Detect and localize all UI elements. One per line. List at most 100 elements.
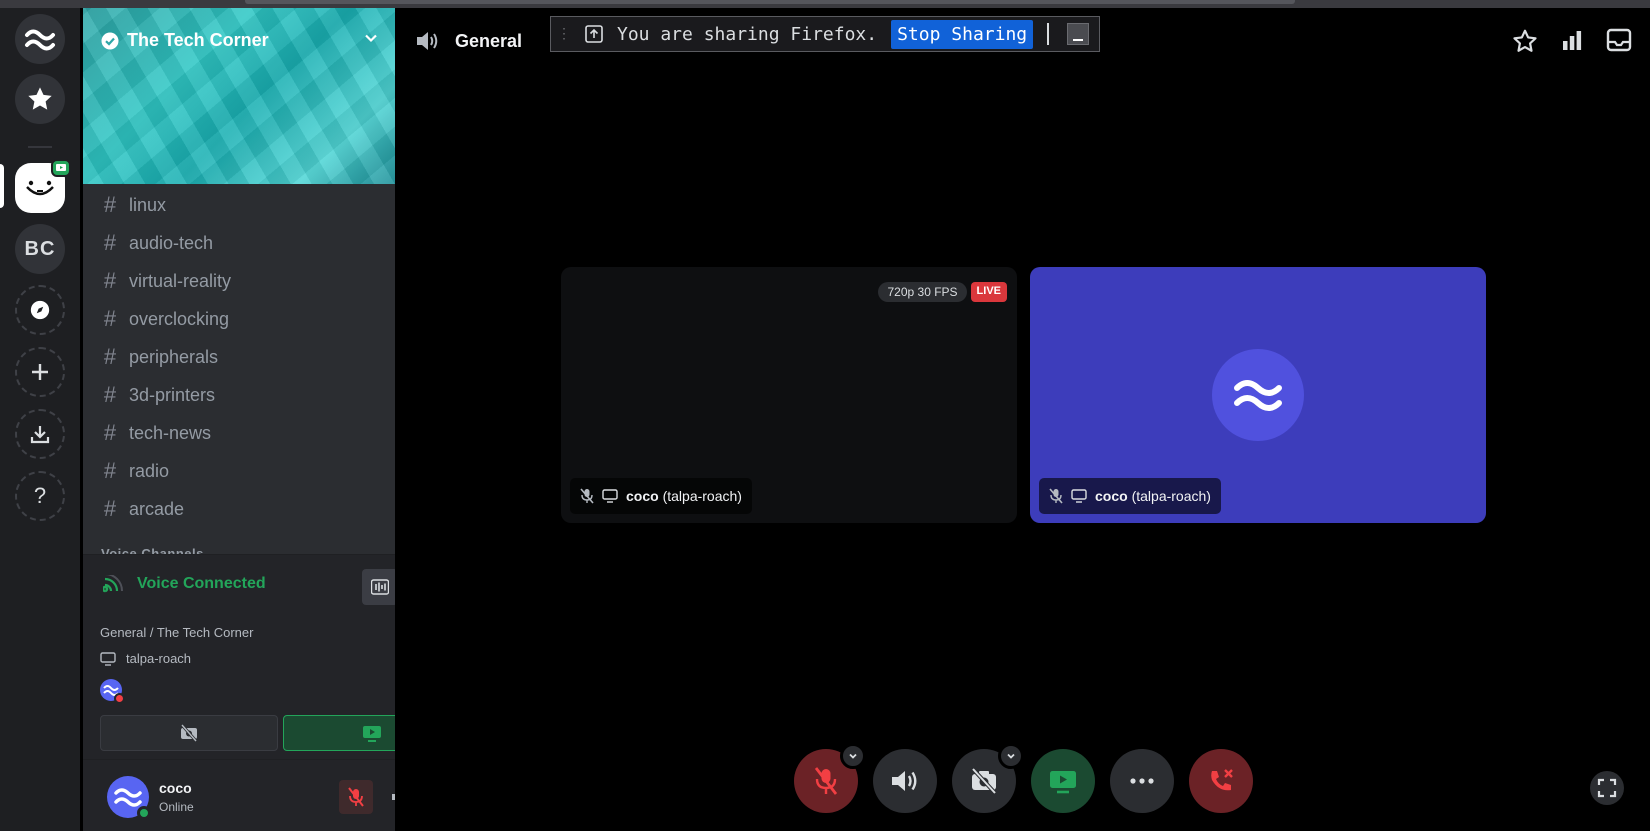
channel-item[interactable]: #3d-printers <box>101 382 215 408</box>
add-server-button[interactable] <box>15 347 65 397</box>
voice-stage: General ⋮ You are sharing Firefox. Stop … <box>395 8 1650 831</box>
channel-name: audio-tech <box>129 232 214 253</box>
server-tech-corner[interactable] <box>15 159 71 213</box>
online-status-dot <box>137 806 151 820</box>
home-button[interactable] <box>15 14 65 64</box>
face-server-icon <box>26 180 54 196</box>
camera-options-caret[interactable] <box>998 743 1024 769</box>
star-outline-icon[interactable] <box>1512 28 1538 54</box>
channel-item[interactable]: # arcade <box>101 496 184 522</box>
voice-participant-avatar[interactable] <box>100 679 125 704</box>
muted-indicator <box>114 693 125 704</box>
noise-suppression-button[interactable] <box>362 569 398 605</box>
explore-button[interactable] <box>15 285 65 335</box>
stop-sharing-button[interactable]: Stop Sharing <box>891 19 1034 49</box>
screen-icon <box>56 164 66 171</box>
chevron-down-icon <box>365 34 377 43</box>
upload-box-icon <box>585 25 603 43</box>
participant-tile[interactable]: coco (talpa-roach) <box>1030 267 1486 523</box>
wave-logo-icon <box>114 788 142 807</box>
stream-info: talpa-roach <box>100 651 191 666</box>
help-button[interactable]: ? <box>15 471 65 521</box>
monitor-icon <box>1071 489 1087 503</box>
question-icon: ? <box>33 483 47 508</box>
participant-name: coco <box>1095 488 1128 504</box>
server-menu-chevron[interactable] <box>363 30 379 51</box>
grip-handle-icon[interactable]: ⋮ <box>557 26 571 42</box>
waveform-icon <box>371 579 389 595</box>
wave-logo-icon <box>25 29 55 51</box>
camera-off-icon <box>971 768 997 794</box>
hash-icon: # <box>103 192 117 217</box>
voice-channels-header[interactable]: Voice Channels <box>101 546 204 554</box>
mute-mic-button[interactable] <box>794 743 866 813</box>
speaker-icon <box>892 771 917 791</box>
deafen-call-button[interactable] <box>873 749 937 813</box>
screen-share-notification-bar: ⋮ You are sharing Firefox. Stop Sharing <box>550 16 1100 52</box>
mic-off-icon <box>348 787 364 807</box>
participant-label: coco (talpa-roach) <box>1039 478 1221 514</box>
user-panel: coco Online <box>83 759 450 831</box>
channel-name: overclocking <box>129 308 230 329</box>
screen-share-call-button[interactable] <box>1031 749 1095 813</box>
browser-top-strip <box>0 0 1650 8</box>
server-rail: BC ? <box>0 8 80 831</box>
channel-item[interactable]: # virtual-reality <box>101 268 231 294</box>
hash-icon: # <box>103 306 117 331</box>
channel-item[interactable]: # audio-tech <box>101 230 213 256</box>
plus-icon <box>32 364 48 380</box>
channel-name: 3d-printers <box>129 384 216 405</box>
toggle-camera-button[interactable] <box>100 715 278 751</box>
channel-item[interactable]: # linux <box>101 192 166 218</box>
fullscreen-icon <box>1597 778 1617 798</box>
server-bc[interactable]: BC <box>15 224 65 274</box>
activity-chart-icon[interactable] <box>1560 28 1584 52</box>
mic-off-icon <box>580 488 594 504</box>
minimize-icon <box>1073 39 1083 41</box>
channel-name: linux <box>129 194 167 215</box>
speaker-icon <box>417 32 438 50</box>
stream-user: talpa-roach <box>126 651 192 666</box>
channel-name: arcade <box>129 498 185 519</box>
server-name: The Tech Corner <box>127 30 269 50</box>
server-title[interactable]: The Tech Corner <box>101 30 269 51</box>
star-icon <box>28 87 52 110</box>
voice-status-text: Voice Connected <box>137 575 266 592</box>
sharing-message: You are sharing Firefox. <box>617 23 878 45</box>
participant-handle: (talpa-roach) <box>662 488 742 504</box>
inbox-icon[interactable] <box>1606 28 1632 52</box>
chevron-down-icon <box>849 753 857 759</box>
channel-item[interactable]: # overclocking <box>101 306 229 332</box>
voice-panel: Voice Connected General / The Tech Corne… <box>83 554 460 759</box>
mic-off-icon <box>1049 488 1063 504</box>
channel-item[interactable]: # peripherals <box>101 344 218 370</box>
chevron-down-icon <box>1007 753 1015 759</box>
minimize-share-bar-button[interactable] <box>1067 23 1089 45</box>
user-status: Online <box>159 800 194 814</box>
camera-off-icon <box>180 724 198 742</box>
channel-item[interactable]: # radio <box>101 458 169 484</box>
channel-name: virtual-reality <box>129 270 232 291</box>
camera-button[interactable] <box>952 743 1024 813</box>
user-avatar[interactable] <box>107 776 151 820</box>
fullscreen-button[interactable] <box>1590 771 1624 805</box>
mute-button[interactable] <box>339 780 373 814</box>
more-dots-icon <box>1130 778 1154 784</box>
favorites-button[interactable] <box>15 74 65 124</box>
hash-icon: # <box>103 268 117 293</box>
hash-icon: # <box>103 496 117 521</box>
download-apps-button[interactable] <box>15 409 65 459</box>
screen-share-icon <box>1050 771 1076 794</box>
channel-item[interactable]: # tech-news <box>101 420 211 446</box>
more-options-button[interactable] <box>1110 749 1174 813</box>
server-banner[interactable]: The Tech Corner <box>83 8 395 184</box>
mic-options-caret[interactable] <box>840 743 866 769</box>
stream-quality-badge: 720p 30 FPS <box>878 282 967 302</box>
stream-tile[interactable]: 720p 30 FPS LIVE coco (talpa-roach) <box>561 267 1017 523</box>
leave-call-button[interactable] <box>1189 749 1253 813</box>
divider <box>1047 23 1050 45</box>
voice-route[interactable]: General / The Tech Corner <box>100 625 253 640</box>
participant-avatar <box>1212 349 1304 441</box>
participant-name: coco <box>626 488 659 504</box>
voice-status[interactable]: Voice Connected <box>103 575 266 593</box>
